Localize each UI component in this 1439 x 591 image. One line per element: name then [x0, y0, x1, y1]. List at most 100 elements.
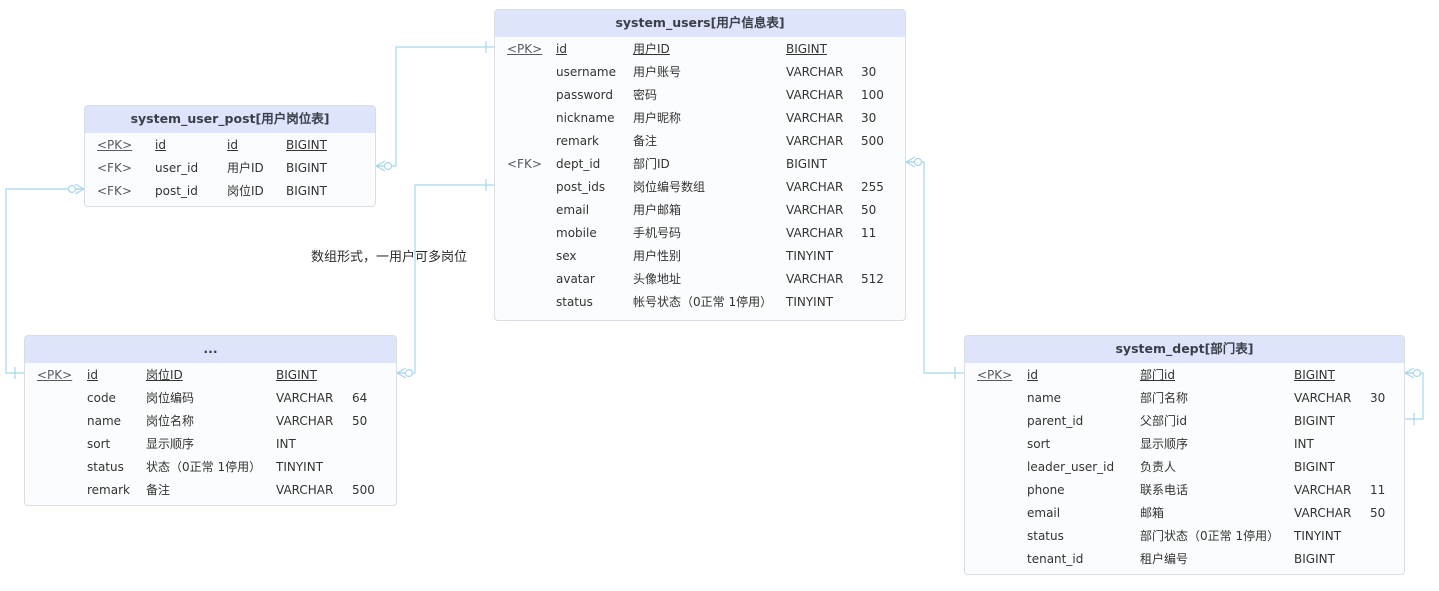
- column-name: status: [87, 460, 124, 474]
- column-key: <FK>: [97, 161, 132, 175]
- column-row[interactable]: post_ids 岗位编号数组 VARCHAR 255: [495, 176, 905, 199]
- column-name: password: [556, 88, 613, 102]
- column-row[interactable]: <FK> user_id 用户ID BIGINT: [85, 157, 375, 180]
- column-name: parent_id: [1027, 414, 1084, 428]
- column-type: VARCHAR: [786, 134, 844, 148]
- column-comment: 备注: [633, 134, 658, 148]
- optional-marker: [404, 368, 414, 378]
- column-type: BIGINT: [286, 161, 327, 175]
- column-row[interactable]: avatar 头像地址 VARCHAR 512: [495, 268, 905, 291]
- column-type: BIGINT: [1294, 414, 1335, 428]
- column-length: 500: [352, 483, 375, 497]
- column-type: BIGINT: [1294, 552, 1335, 566]
- column-comment: 用户性别: [633, 249, 682, 263]
- relationship-line: [376, 46, 494, 167]
- column-row[interactable]: <FK> dept_id 部门ID BIGINT: [495, 153, 905, 176]
- column-length: 11: [1370, 483, 1386, 497]
- column-name: leader_user_id: [1027, 460, 1115, 474]
- column-row[interactable]: sex 用户性别 TINYINT: [495, 245, 905, 268]
- column-row[interactable]: email 邮箱 VARCHAR 50: [965, 502, 1404, 525]
- column-type: VARCHAR: [276, 414, 334, 428]
- column-comment: 部门状态（0正常 1停用）: [1140, 529, 1280, 543]
- many-marker: [904, 156, 916, 168]
- optional-marker: [67, 184, 77, 194]
- column-row[interactable]: username 用户账号 VARCHAR 30: [495, 61, 905, 84]
- relationship-line: [906, 161, 964, 374]
- column-row[interactable]: status 帐号状态（0正常 1停用） TINYINT: [495, 291, 905, 314]
- column-row[interactable]: tenant_id 租户编号 BIGINT: [965, 548, 1404, 571]
- column-comment: 显示顺序: [146, 437, 195, 451]
- column-type: TINYINT: [786, 295, 834, 309]
- entity-title: system_user_post[用户岗位表]: [85, 106, 375, 133]
- column-row[interactable]: password 密码 VARCHAR 100: [495, 84, 905, 107]
- column-type: BIGINT: [276, 368, 317, 382]
- optional-marker: [383, 161, 393, 171]
- column-row[interactable]: status 部门状态（0正常 1停用） TINYINT: [965, 525, 1404, 548]
- column-comment: 密码: [633, 88, 658, 102]
- entity-columns: <PK> id 部门id BIGINT name 部门名称 VARCHAR 30 parent_…: [965, 363, 1404, 571]
- many-marker: [74, 183, 86, 195]
- column-row[interactable]: sort 显示顺序 INT: [25, 433, 396, 456]
- column-comment: 显示顺序: [1140, 437, 1189, 451]
- column-comment: 用户邮箱: [633, 203, 682, 217]
- column-row[interactable]: <PK> id id BIGINT: [85, 134, 375, 157]
- entity-system-dept[interactable]: system_dept[部门表] <PK> id 部门id BIGINT name 部门名…: [964, 335, 1405, 575]
- column-length: 100: [861, 88, 884, 102]
- column-length: 30: [1370, 391, 1386, 405]
- column-row[interactable]: <FK> post_id 岗位ID BIGINT: [85, 180, 375, 203]
- column-name: tenant_id: [1027, 552, 1084, 566]
- column-comment: 联系电话: [1140, 483, 1189, 497]
- column-row[interactable]: parent_id 父部门id BIGINT: [965, 410, 1404, 433]
- column-row[interactable]: nickname 用户昵称 VARCHAR 30: [495, 107, 905, 130]
- column-comment: 手机号码: [633, 226, 682, 240]
- column-name: mobile: [556, 226, 597, 240]
- column-row[interactable]: mobile 手机号码 VARCHAR 11: [495, 222, 905, 245]
- column-length: 30: [861, 65, 877, 79]
- column-type: VARCHAR: [786, 272, 844, 286]
- column-row[interactable]: remark 备注 VARCHAR 500: [25, 479, 396, 502]
- column-row[interactable]: <PK> id 部门id BIGINT: [965, 364, 1404, 387]
- column-key: <FK>: [97, 184, 132, 198]
- column-comment: 部门id: [1140, 368, 1175, 382]
- column-row[interactable]: name 岗位名称 VARCHAR 50: [25, 410, 396, 433]
- entity-title: system_users[用户信息表]: [495, 10, 905, 37]
- column-name: phone: [1027, 483, 1065, 497]
- column-type: BIGINT: [1294, 368, 1335, 382]
- column-row[interactable]: leader_user_id 负责人 BIGINT: [965, 456, 1404, 479]
- column-row[interactable]: name 部门名称 VARCHAR 30: [965, 387, 1404, 410]
- column-row[interactable]: sort 显示顺序 INT: [965, 433, 1404, 456]
- column-comment: 用户ID: [633, 42, 670, 56]
- column-name: post_ids: [556, 180, 606, 194]
- entity-system-post[interactable]: ... <PK> id 岗位ID BIGINT code 岗位编码 VARCHAR 64 nam…: [24, 335, 397, 506]
- many-marker: [374, 160, 386, 172]
- relationship-line: [397, 184, 494, 374]
- column-length: 512: [861, 272, 884, 286]
- many-marker: [1403, 367, 1415, 379]
- column-row[interactable]: <PK> id 岗位ID BIGINT: [25, 364, 396, 387]
- column-row[interactable]: status 状态（0正常 1停用） TINYINT: [25, 456, 396, 479]
- column-name: sort: [87, 437, 111, 451]
- column-comment: 用户昵称: [633, 111, 682, 125]
- column-row[interactable]: remark 备注 VARCHAR 500: [495, 130, 905, 153]
- column-length: 64: [352, 391, 368, 405]
- column-name: avatar: [556, 272, 595, 286]
- column-name: nickname: [556, 111, 615, 125]
- column-comment: 岗位ID: [227, 184, 264, 198]
- optional-marker: [913, 157, 923, 167]
- column-row[interactable]: <PK> id 用户ID BIGINT: [495, 38, 905, 61]
- column-name: sort: [1027, 437, 1051, 451]
- column-comment: id: [227, 138, 238, 152]
- column-name: id: [556, 42, 567, 56]
- entity-system-user-post[interactable]: system_user_post[用户岗位表] <PK> id id BIGINT <F…: [84, 105, 376, 207]
- column-type: VARCHAR: [786, 65, 844, 79]
- column-comment: 岗位ID: [146, 368, 183, 382]
- column-comment: 部门名称: [1140, 391, 1189, 405]
- many-marker: [395, 367, 407, 379]
- column-row[interactable]: code 岗位编码 VARCHAR 64: [25, 387, 396, 410]
- column-length: 255: [861, 180, 884, 194]
- column-key: <PK>: [37, 368, 73, 382]
- column-row[interactable]: phone 联系电话 VARCHAR 11: [965, 479, 1404, 502]
- entity-system-users[interactable]: system_users[用户信息表] <PK> id 用户ID BIGINT user…: [494, 9, 906, 321]
- column-name: remark: [556, 134, 599, 148]
- column-row[interactable]: email 用户邮箱 VARCHAR 50: [495, 199, 905, 222]
